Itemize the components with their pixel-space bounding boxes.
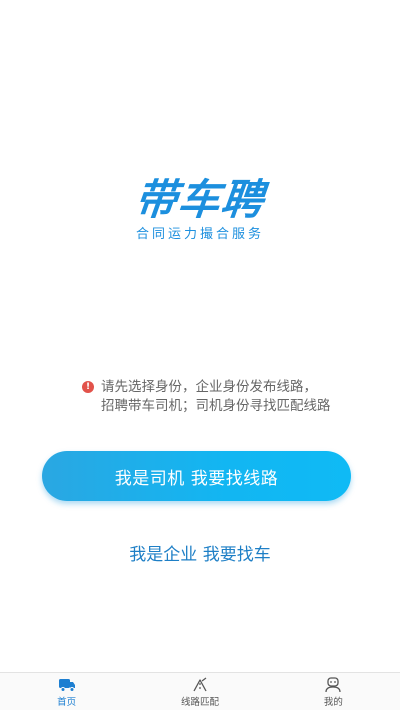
driver-find-route-button[interactable]: 我是司机 我要找线路 [42, 451, 351, 501]
notice-line-2: 招聘带车司机；司机身份寻找匹配线路 [101, 398, 331, 414]
tab-route-match-label: 线路匹配 [180, 697, 219, 708]
home-screen: 带车聘 合同运力撮合服务 ! 请先选择身份，企业身份发布线路， 招聘带车司机；司… [0, 0, 400, 710]
company-find-truck-link[interactable]: 我是企业 我要找车 [0, 540, 400, 565]
bottom-tab-bar: 首页 线路匹配 我的 [0, 672, 400, 710]
notice-text: 请先选择身份，企业身份发布线路， 招聘带车司机；司机身份寻找匹配线路 [101, 378, 331, 416]
tab-mine[interactable]: 我的 [267, 673, 400, 710]
notice-line-1: 请先选择身份，企业身份发布线路， [101, 379, 317, 395]
user-icon [325, 677, 341, 693]
brand-logo: 带车聘 合同运力撮合服务 [0, 175, 400, 242]
alert-circle-icon: ! [82, 381, 94, 393]
role-notice: ! 请先选择身份，企业身份发布线路， 招聘带车司机；司机身份寻找匹配线路 [82, 378, 382, 416]
tab-route-match[interactable]: 线路匹配 [133, 673, 266, 710]
truck-icon [58, 679, 75, 692]
tab-home[interactable]: 首页 [0, 673, 133, 710]
tab-home-label: 首页 [57, 697, 77, 708]
brand-title: 带车聘 [132, 175, 268, 224]
tab-mine-label: 我的 [323, 697, 343, 708]
brand-subtitle: 合同运力撮合服务 [135, 227, 264, 242]
route-icon [193, 677, 207, 692]
